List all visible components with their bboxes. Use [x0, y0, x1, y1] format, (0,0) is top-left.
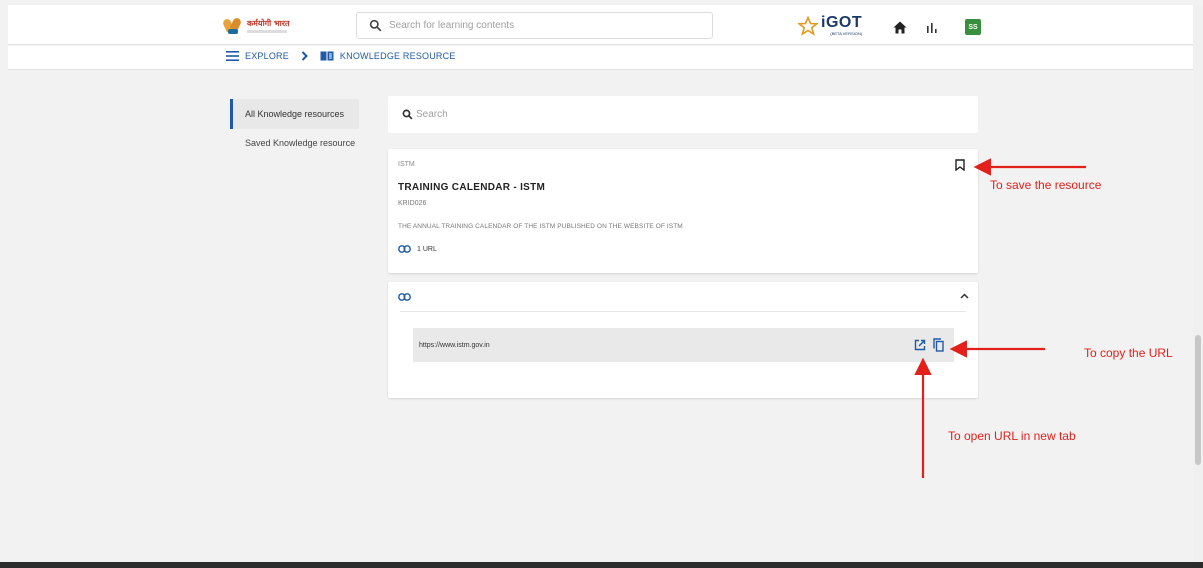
breadcrumb: EXPLORE KNOWLEDGE RESOURCE: [226, 51, 456, 61]
url-count-label: 1 URL: [417, 245, 437, 253]
logo-emblem-icon: [221, 16, 244, 36]
link-icon: [398, 245, 411, 253]
star-icon: [798, 15, 818, 36]
annotation-open: To open URL in new tab: [948, 429, 1076, 443]
brand-name: iGOT: [821, 14, 863, 31]
resource-title[interactable]: TRAINING CALENDAR - ISTM: [398, 182, 545, 193]
scrollbar[interactable]: [1193, 5, 1203, 562]
search-icon: [402, 109, 413, 120]
bookmark-icon[interactable]: [955, 159, 965, 171]
resource-url-count[interactable]: 1 URL: [398, 245, 437, 253]
annotation-copy: To copy the URL: [1084, 346, 1173, 360]
brand-sub: (BETA VERSION): [830, 31, 863, 36]
url-panel: https://www.istm.gov.in: [388, 282, 978, 398]
sidebar-item-saved-resources[interactable]: Saved Knowledge resource: [245, 138, 355, 148]
search-icon: [369, 19, 382, 32]
logo-text: कर्मयोगी भारत: [247, 19, 290, 28]
chevron-right-icon: [301, 51, 308, 61]
igot-logo[interactable]: iGOT (BETA VERSION): [798, 15, 862, 36]
stats-icon[interactable]: [926, 21, 938, 33]
breadcrumb-bar: EXPLORE KNOWLEDGE RESOURCE: [8, 46, 1193, 70]
resource-description: THE ANNUAL TRAINING CALENDAR OF THE ISTM…: [398, 223, 683, 230]
resource-org: ISTM: [398, 161, 415, 168]
url-text[interactable]: https://www.istm.gov.in: [419, 342, 490, 349]
resource-search-input[interactable]: [416, 109, 936, 120]
sidebar-item-label: Saved Knowledge resource: [245, 138, 356, 148]
user-avatar[interactable]: SS: [965, 19, 981, 35]
scrollbar-thumb[interactable]: [1195, 335, 1201, 465]
divider: [400, 311, 966, 312]
resource-card[interactable]: ISTM TRAINING CALENDAR - ISTM KRID026 TH…: [388, 149, 978, 273]
copy-icon[interactable]: [933, 338, 944, 352]
sidebar-item-label: All Knowledge resources: [245, 109, 345, 119]
sidebar-item-all-resources[interactable]: All Knowledge resources: [230, 99, 359, 129]
resource-id: KRID026: [398, 200, 427, 207]
global-search-input[interactable]: [389, 20, 689, 31]
breadcrumb-explore[interactable]: EXPLORE: [245, 51, 289, 61]
annotation-save: To save the resource: [990, 178, 1102, 192]
karmayogi-logo[interactable]: कर्मयोगी भारत: [221, 15, 306, 37]
resource-search-box[interactable]: [388, 96, 978, 133]
breadcrumb-current: KNOWLEDGE RESOURCE: [339, 51, 456, 61]
top-header: कर्मयोगी भारत iGOT (BETA VERSION) SS: [8, 5, 1193, 45]
menu-icon[interactable]: [226, 51, 239, 61]
footer: [0, 562, 1203, 568]
book-icon: [320, 51, 334, 61]
home-icon[interactable]: [893, 21, 907, 34]
global-search-box[interactable]: [356, 12, 713, 39]
open-in-new-tab-icon[interactable]: [914, 339, 926, 351]
chevron-up-icon[interactable]: [960, 293, 969, 299]
url-row: https://www.istm.gov.in: [413, 328, 954, 362]
link-icon: [398, 293, 411, 301]
